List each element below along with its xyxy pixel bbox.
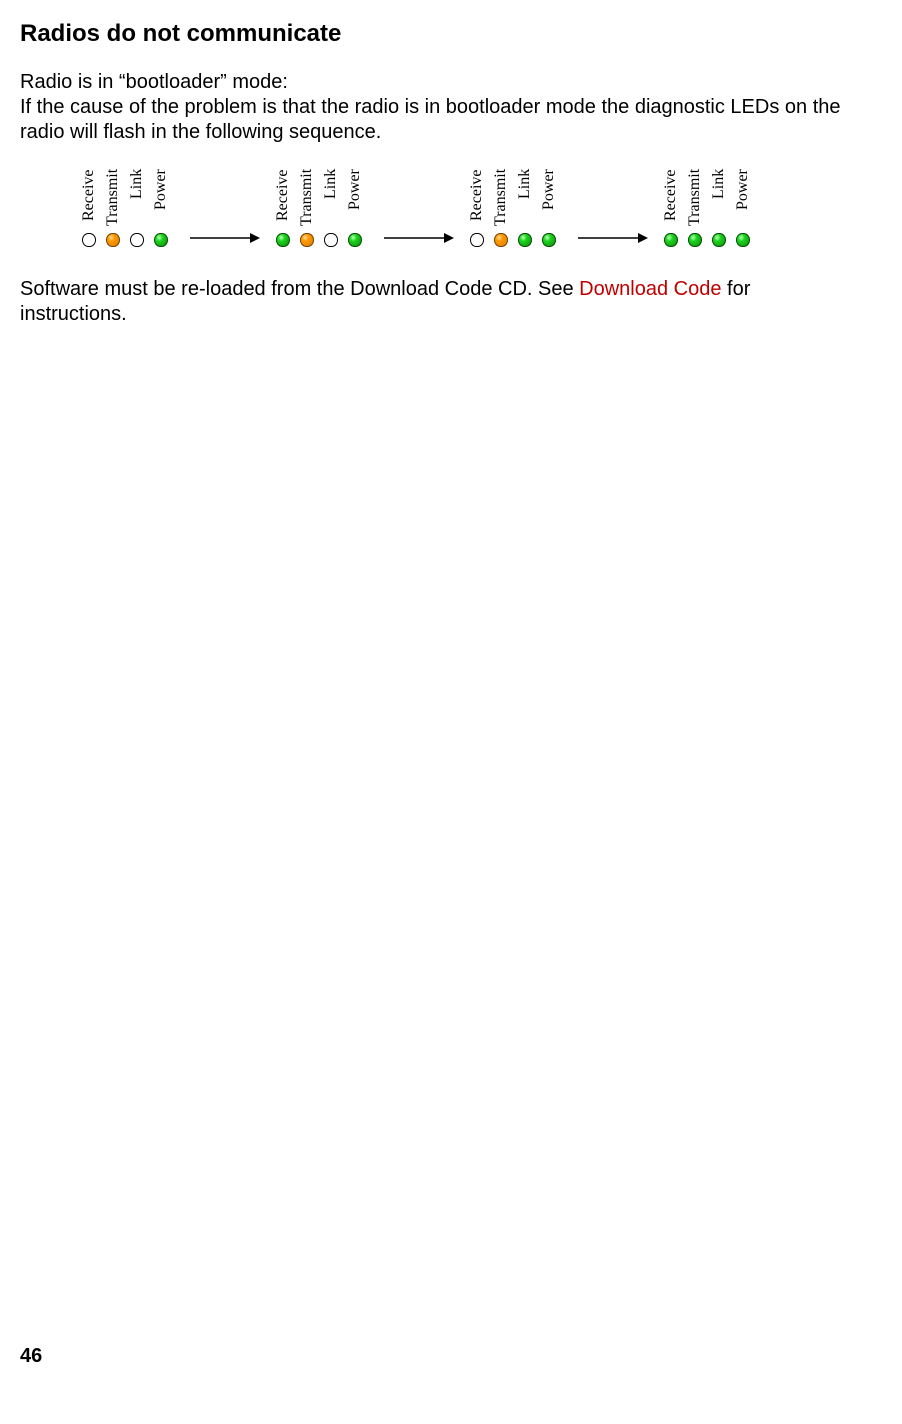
led-power-indicator: [736, 233, 750, 247]
body-line-1: Radio is in “bootloader” mode:: [20, 71, 288, 93]
led-label-transmit: Transmit: [492, 169, 510, 229]
led-col-power: Power: [734, 169, 752, 247]
led-step-4: Receive Transmit Link Power: [662, 169, 758, 247]
led-col-link: Link: [516, 169, 534, 247]
body-text: Radio is in “bootloader” mode: If the ca…: [20, 70, 842, 145]
led-col-receive: Receive: [80, 169, 98, 247]
led-step-3: Receive Transmit Link Power: [468, 169, 564, 247]
led-label-link: Link: [516, 169, 534, 229]
led-label-power: Power: [346, 169, 364, 229]
led-label-receive: Receive: [80, 169, 98, 229]
led-col-power: Power: [540, 169, 558, 247]
led-transmit-indicator: [106, 233, 120, 247]
led-label-power: Power: [540, 169, 558, 229]
led-power-indicator: [154, 233, 168, 247]
led-col-power: Power: [346, 169, 364, 247]
led-power-indicator: [542, 233, 556, 247]
led-sequence-diagram: Receive Transmit Link Power Receive Tran…: [80, 169, 842, 247]
arrow-icon: [384, 231, 454, 245]
led-label-transmit: Transmit: [298, 169, 316, 229]
led-col-receive: Receive: [662, 169, 680, 247]
led-col-receive: Receive: [274, 169, 292, 247]
page-number: 46: [20, 1345, 42, 1368]
led-label-transmit: Transmit: [104, 169, 122, 229]
led-label-transmit: Transmit: [686, 169, 704, 229]
led-col-power: Power: [152, 169, 170, 247]
instruction-text: Software must be re-loaded from the Down…: [20, 277, 842, 327]
led-label-link: Link: [322, 169, 340, 229]
led-transmit-indicator: [688, 233, 702, 247]
led-label-receive: Receive: [468, 169, 486, 229]
led-label-link: Link: [710, 169, 728, 229]
led-col-link: Link: [322, 169, 340, 247]
led-label-link: Link: [128, 169, 146, 229]
led-step-1: Receive Transmit Link Power: [80, 169, 176, 247]
led-receive-indicator: [664, 233, 678, 247]
led-col-link: Link: [710, 169, 728, 247]
led-label-receive: Receive: [274, 169, 292, 229]
led-link-indicator: [518, 233, 532, 247]
download-code-link[interactable]: Download Code: [579, 278, 721, 300]
led-receive-indicator: [276, 233, 290, 247]
led-col-transmit: Transmit: [298, 169, 316, 247]
led-label-power: Power: [734, 169, 752, 229]
led-col-link: Link: [128, 169, 146, 247]
section-heading: Radios do not communicate: [20, 20, 842, 48]
led-col-transmit: Transmit: [492, 169, 510, 247]
led-link-indicator: [324, 233, 338, 247]
led-power-indicator: [348, 233, 362, 247]
led-label-power: Power: [152, 169, 170, 229]
arrow-icon: [578, 231, 648, 245]
led-receive-indicator: [470, 233, 484, 247]
instruction-before: Software must be re-loaded from the Down…: [20, 278, 579, 300]
led-transmit-indicator: [494, 233, 508, 247]
arrow-icon: [190, 231, 260, 245]
body-line-2: If the cause of the problem is that the …: [20, 96, 841, 143]
led-col-receive: Receive: [468, 169, 486, 247]
led-link-indicator: [130, 233, 144, 247]
led-col-transmit: Transmit: [104, 169, 122, 247]
led-receive-indicator: [82, 233, 96, 247]
led-link-indicator: [712, 233, 726, 247]
led-col-transmit: Transmit: [686, 169, 704, 247]
led-label-receive: Receive: [662, 169, 680, 229]
led-step-2: Receive Transmit Link Power: [274, 169, 370, 247]
led-transmit-indicator: [300, 233, 314, 247]
